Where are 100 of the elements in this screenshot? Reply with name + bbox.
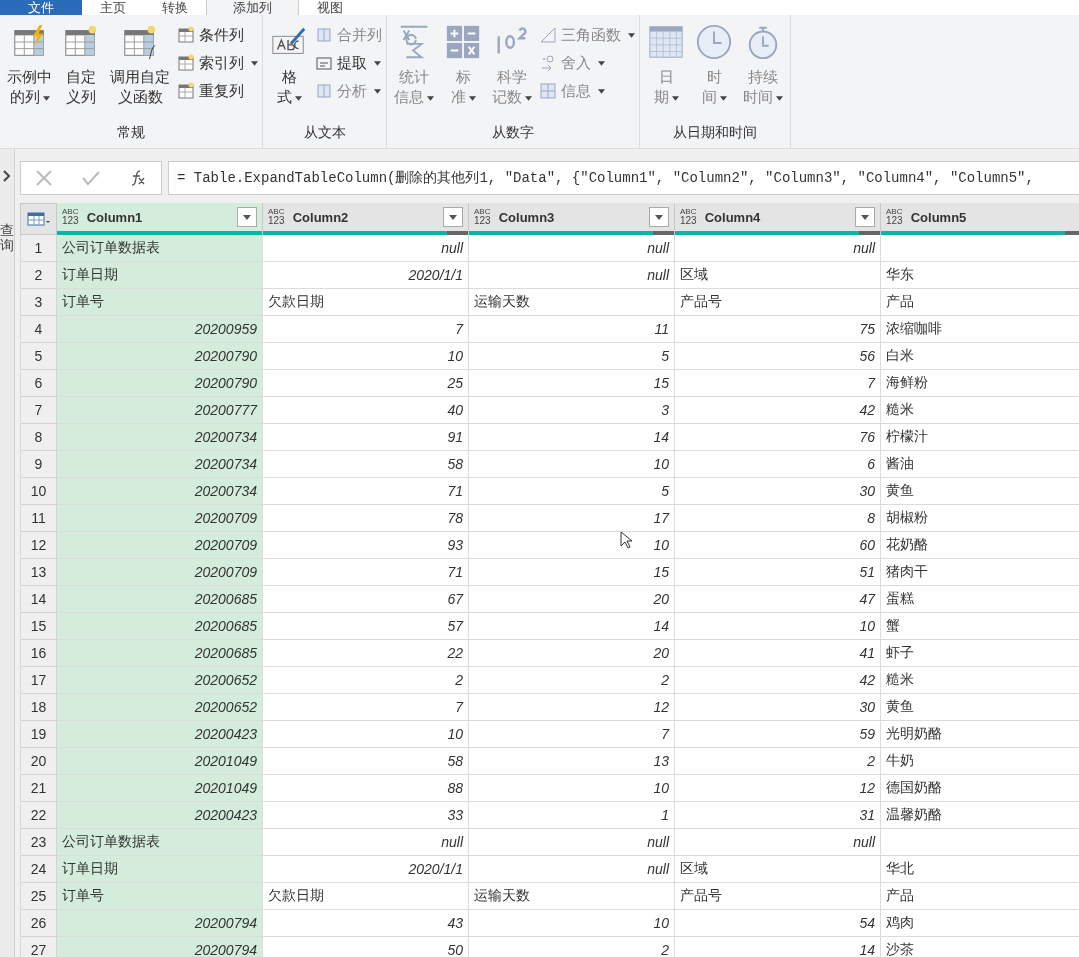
table-cell: 20200709 [194, 510, 257, 526]
type-icon[interactable]: ABC 123 [62, 208, 79, 226]
table-cell: 20200794 [194, 942, 257, 957]
table-cell: 13 [653, 753, 669, 769]
type-icon[interactable]: ABC 123 [680, 208, 697, 226]
type-icon[interactable]: ABC 123 [886, 208, 903, 226]
ribbon-button[interactable]: 示例中 的列 [4, 21, 55, 124]
table-cell: 浓缩咖啡 [886, 320, 942, 338]
table-cell: 运输天数 [474, 293, 530, 311]
table-cell: 56 [859, 348, 875, 364]
table-cell: 牛奶 [886, 752, 914, 770]
table-cell: 17 [653, 510, 669, 526]
table-cell: 光明奶酪 [886, 725, 942, 743]
table-cell: 14 [653, 429, 669, 445]
table-cell: 黄鱼 [886, 482, 914, 500]
row-number: 26 [20, 910, 57, 937]
table-cell: 产品号 [680, 293, 722, 311]
ribbon-tab[interactable]: 视图 [299, 0, 361, 15]
table-cell: 76 [859, 429, 875, 445]
table-cell: null [853, 834, 875, 850]
table-cell: 42 [859, 672, 875, 688]
table-cell: 2020/1/1 [408, 267, 463, 283]
ribbon-tab[interactable]: 主页 [82, 0, 144, 15]
formula-field[interactable]: = Table.ExpandTableColumn(删除的其他列1, "Data", {"Column1", "Column2", "Column3", "Column4", "Column5", [168, 161, 1079, 195]
table-cell: 20200709 [194, 537, 257, 553]
type-icon[interactable]: ABC 123 [268, 208, 285, 226]
table-cell: 20200734 [194, 456, 257, 472]
filter-dropdown-icon[interactable] [237, 207, 257, 227]
table-cell: 88 [447, 780, 463, 796]
table-cell: 7 [455, 321, 463, 337]
row-number: 23 [20, 829, 57, 856]
table-cell: 10 [447, 348, 463, 364]
row-number: 5 [20, 343, 57, 370]
ribbon-button[interactable]: 索引列 [177, 51, 258, 75]
table-cell: 3 [661, 402, 669, 418]
table-cell: 20200709 [194, 564, 257, 580]
row-number: 24 [20, 856, 57, 883]
filter-dropdown-icon[interactable] [649, 207, 669, 227]
row-number: 18 [20, 694, 57, 721]
table-cell: null [647, 834, 669, 850]
table-cell: 20200734 [194, 429, 257, 445]
row-number: 14 [20, 586, 57, 613]
table-cell: 10 [653, 456, 669, 472]
table-cell: 8 [867, 510, 875, 526]
ribbon-button[interactable]: 提取 [315, 51, 382, 75]
table-cell: 6 [867, 456, 875, 472]
ribbon-tab[interactable]: 文件 [0, 0, 82, 15]
table-cell: 75 [859, 321, 875, 337]
ribbon-button[interactable]: 条件列 [177, 23, 258, 47]
table-cell: 59 [859, 726, 875, 742]
expand-icon[interactable] [2, 169, 12, 183]
table-cell: 31 [859, 807, 875, 823]
ribbon-button[interactable]: 调用自定 义函数 [107, 21, 173, 124]
ribbon-tab[interactable]: 转换 [144, 0, 206, 15]
type-icon[interactable]: ABC 123 [474, 208, 491, 226]
mouse-pointer-icon [620, 531, 632, 549]
table-cell: 5 [661, 348, 669, 364]
row-number: 27 [20, 937, 57, 957]
filter-dropdown-icon[interactable] [443, 207, 463, 227]
table-cell: 58 [447, 753, 463, 769]
ribbon-tab[interactable]: 添加列 [206, 0, 299, 15]
table-cell: 78 [447, 510, 463, 526]
ribbon-button[interactable]: 重复列 [177, 79, 258, 103]
calendar-icon [647, 23, 685, 61]
row-number: 16 [20, 640, 57, 667]
table-cell: 10 [859, 618, 875, 634]
table-menu[interactable] [20, 203, 57, 235]
group-label: 从数字 [491, 124, 535, 142]
group-label: 常规 [116, 124, 146, 142]
filter-dropdown-icon[interactable] [855, 207, 875, 227]
table-cell: 20200794 [194, 915, 257, 931]
row-number: 6 [20, 370, 57, 397]
table-cell: 51 [859, 564, 875, 580]
queries-label[interactable]: 查询 [0, 223, 14, 254]
table-cell: 区域 [680, 860, 708, 878]
table-cell: 2 [661, 672, 669, 688]
row-number: 21 [20, 775, 57, 802]
table-cell: 54 [859, 915, 875, 931]
table-cell: null [853, 240, 875, 256]
row-number: 19 [20, 721, 57, 748]
table-cell: 华东 [886, 266, 914, 284]
table-cell: 67 [447, 591, 463, 607]
table-cell: 93 [447, 537, 463, 553]
table-cell: 11 [654, 321, 669, 337]
table-cell: 欠款日期 [268, 293, 324, 311]
table-cell: 71 [447, 483, 463, 499]
table-cell: 14 [859, 942, 875, 957]
table-cell: 海鲜粉 [886, 374, 928, 392]
table-cell: 7 [661, 726, 669, 742]
table-cell: 40 [447, 402, 463, 418]
table-cell: 10 [653, 537, 669, 553]
ribbon-button[interactable]: 自定 义列 [59, 21, 103, 124]
table-cell: 订单号 [62, 293, 104, 311]
table-cell: 鸡肉 [886, 914, 914, 932]
table-cell: 25 [447, 375, 463, 391]
table-cell: 58 [447, 456, 463, 472]
row-number: 12 [20, 532, 57, 559]
table-cell: 1 [661, 807, 669, 823]
ribbon-button[interactable]: 格 式 [267, 21, 311, 124]
row-number: 4 [20, 316, 57, 343]
